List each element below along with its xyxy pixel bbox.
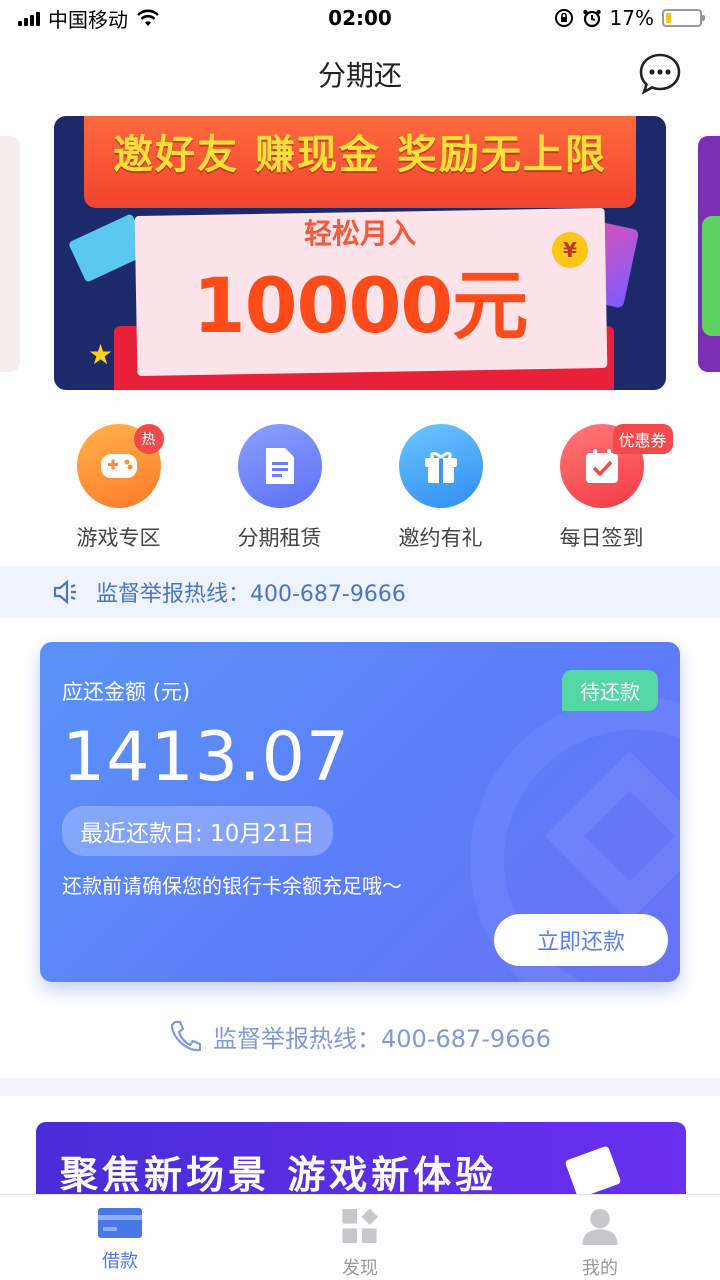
menu-item-label: 分期租赁: [237, 526, 322, 550]
user-icon: [582, 1208, 618, 1246]
notice-text: 监督举报热线：400-687-9666: [96, 582, 406, 607]
tab-profile[interactable]: 我的: [480, 1195, 720, 1280]
promo-text: 聚焦新场景 游戏新体验: [60, 1153, 498, 1197]
repay-now-button[interactable]: 立即还款: [494, 914, 668, 966]
gift-icon: [424, 451, 457, 483]
menu-item-label: 每日签到: [559, 526, 644, 550]
page-title: 分期还: [317, 59, 402, 92]
hotline-text: 监督举报热线：400-687-9666: [212, 1024, 551, 1053]
tab-label: 借款: [102, 1251, 138, 1272]
coin-icon: ¥: [552, 232, 588, 268]
document-icon: [265, 448, 294, 484]
battery-percent: 17%: [609, 6, 654, 30]
hotline[interactable]: 监督举报热线：400-687-9666: [0, 1014, 720, 1058]
carrier-name: 中国移动: [48, 7, 128, 32]
menu-item-label: 游戏专区: [76, 526, 161, 550]
star-icon: ★: [88, 338, 114, 371]
amount-label: 应还金额 (元): [62, 680, 191, 704]
alarm-icon: [582, 9, 601, 28]
speaker-icon: [53, 579, 76, 605]
invite-banner[interactable]: 邀好友 赚现金 奖励无上限 轻松月入 10000元 ¥ ★: [54, 116, 666, 390]
gamepad-icon: [100, 454, 137, 478]
due-date: 最近还款日: 10月21日: [62, 806, 333, 856]
tab-discover[interactable]: 发现: [240, 1195, 480, 1280]
discover-icon: [342, 1208, 379, 1244]
menu-item-installment-lease[interactable]: 分期租赁: [215, 424, 345, 554]
rotation-lock-icon: [554, 9, 573, 27]
quick-menu-icon-circle: [398, 424, 483, 508]
status-badge: 待还款: [562, 670, 658, 711]
section-divider: [0, 1078, 720, 1096]
quick-menu-icon-circle: [237, 424, 322, 508]
tab-label: 我的: [582, 1258, 618, 1279]
chat-bubble-icon[interactable]: [638, 52, 682, 96]
amount-value: 1413.07: [62, 718, 351, 797]
tab-loan[interactable]: 借款: [0, 1195, 240, 1280]
menu-item-invite-gift[interactable]: 邀约有礼: [376, 424, 506, 554]
menu-item-daily-checkin[interactable]: 优惠券 每日签到: [537, 424, 673, 554]
banner-peek-prev[interactable]: [0, 136, 20, 372]
balance-tip: 还款前请确保您的银行卡余额充足哦～: [62, 874, 402, 898]
banner-carousel[interactable]: 邀好友 赚现金 奖励无上限 轻松月入 10000元 ¥ ★: [0, 116, 720, 390]
coupon-badge: 优惠券: [612, 424, 673, 454]
card-icon: [98, 1208, 142, 1238]
battery-icon: [662, 9, 705, 27]
notice-bar: 监督举报热线：400-687-9666: [0, 566, 720, 618]
menu-item-game-zone[interactable]: 热 游戏专区: [54, 424, 184, 554]
repayment-card: 应还金额 (元) 待还款 1413.07 最近还款日: 10月21日 还款前请确…: [40, 642, 680, 982]
status-right: 17%: [554, 6, 705, 30]
banner-peek-next[interactable]: [698, 136, 720, 372]
banner-headline: 邀好友 赚现金 奖励无上限: [113, 132, 607, 178]
tab-bar: 借款 发现 我的: [0, 1194, 720, 1280]
menu-item-label: 邀约有礼: [398, 526, 483, 550]
phone-icon: [170, 1020, 201, 1052]
promo-banner[interactable]: 聚焦新场景 游戏新体验: [36, 1122, 686, 1202]
status-bar: 中国移动 02:00 17%: [0, 0, 720, 36]
phone-illustration: [564, 1145, 622, 1199]
tab-label: 发现: [342, 1258, 378, 1279]
wifi-icon: [137, 9, 159, 26]
battery-fill: [666, 13, 672, 23]
hot-badge: 热: [133, 424, 164, 454]
nav-bar: 分期还: [0, 40, 720, 108]
signal-icon: [18, 10, 40, 26]
quick-menu: 热 游戏专区 分期租赁 邀约有礼 优惠券 每日签到: [0, 424, 720, 554]
status-left: 中国移动: [18, 4, 160, 33]
